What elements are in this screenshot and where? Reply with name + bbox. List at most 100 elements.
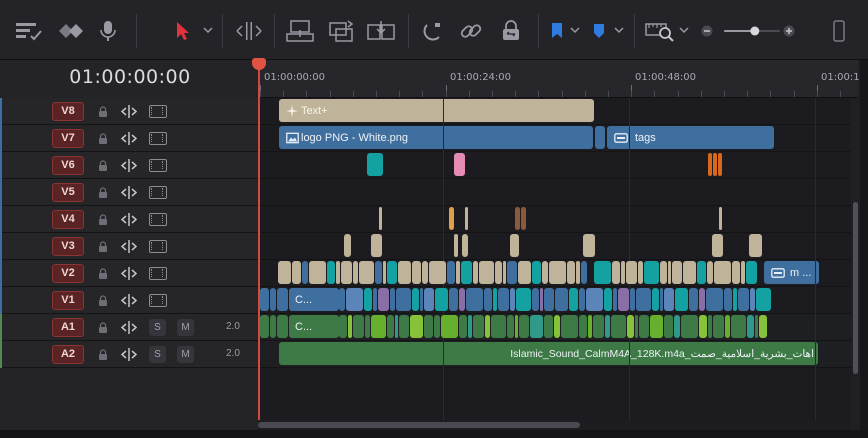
track-destination-v7[interactable]: V7 — [52, 129, 84, 148]
video-clip[interactable] — [713, 153, 717, 176]
track-visibility-icon[interactable] — [149, 267, 167, 280]
video-clip[interactable] — [521, 207, 526, 230]
audio-clip[interactable] — [554, 315, 560, 338]
edit-mode-icon[interactable] — [56, 18, 86, 44]
video-clip[interactable] — [510, 234, 519, 257]
video-clip[interactable] — [412, 261, 421, 284]
audio-clip[interactable] — [371, 315, 386, 338]
video-clip[interactable] — [378, 288, 389, 311]
track-visibility-icon[interactable] — [149, 132, 167, 145]
video-clip[interactable] — [689, 288, 698, 311]
video-clip[interactable] — [581, 261, 587, 284]
video-clip[interactable] — [604, 288, 612, 311]
audio-clip[interactable] — [260, 315, 269, 338]
video-clip[interactable] — [503, 261, 506, 284]
video-clip[interactable] — [456, 261, 460, 284]
mute-button[interactable]: M — [177, 319, 194, 336]
audio-clip[interactable] — [635, 315, 638, 338]
auto-select-icon[interactable] — [121, 185, 137, 200]
selection-pointer-icon[interactable] — [172, 18, 194, 44]
lane-v4[interactable] — [258, 206, 851, 233]
audio-clip-islamic-sound[interactable]: Islamic_Sound_CalmM4A_128K.m4a_اهات_بشري… — [279, 342, 818, 365]
chevron-down-icon[interactable] — [679, 25, 689, 35]
lock-icon[interactable] — [98, 349, 108, 360]
video-clip[interactable] — [396, 288, 411, 311]
chevron-down-icon[interactable] — [570, 25, 580, 35]
audio-clip[interactable] — [627, 315, 634, 338]
video-clip[interactable] — [613, 288, 617, 311]
video-clip[interactable] — [749, 234, 762, 257]
horizontal-scroll-thumb[interactable] — [258, 422, 580, 428]
video-clip[interactable] — [719, 207, 722, 230]
audio-clip[interactable] — [731, 315, 746, 338]
video-clip[interactable] — [756, 288, 771, 311]
lock-icon[interactable] — [98, 160, 108, 171]
chevron-down-icon[interactable] — [614, 25, 624, 35]
video-clip[interactable] — [270, 288, 276, 311]
audio-clip[interactable] — [605, 315, 610, 338]
video-clip[interactable] — [495, 261, 502, 284]
video-clip[interactable] — [364, 288, 372, 311]
video-clip[interactable] — [327, 261, 335, 284]
video-clip[interactable] — [309, 261, 326, 284]
video-clip[interactable] — [277, 288, 288, 311]
video-clip[interactable] — [746, 261, 757, 284]
video-clip[interactable] — [579, 288, 585, 311]
video-clip[interactable] — [708, 153, 712, 176]
auto-select-icon[interactable] — [121, 104, 137, 119]
audio-clip[interactable] — [699, 315, 707, 338]
video-clip[interactable] — [664, 288, 674, 311]
video-clip[interactable] — [518, 261, 531, 284]
audio-clip[interactable] — [747, 315, 754, 338]
video-clip[interactable] — [675, 288, 688, 311]
audio-clip[interactable] — [674, 315, 680, 338]
audio-clip[interactable] — [459, 315, 467, 338]
video-clip[interactable] — [612, 261, 620, 284]
video-clip[interactable] — [668, 261, 671, 284]
video-clip[interactable] — [733, 288, 737, 311]
logo-clip[interactable]: logo PNG - White.png — [279, 126, 593, 149]
audio-clip[interactable] — [611, 315, 626, 338]
audio-clip[interactable] — [544, 315, 553, 338]
video-clip[interactable] — [576, 261, 580, 284]
solo-button[interactable]: S — [149, 346, 166, 363]
audio-clip[interactable] — [681, 315, 698, 338]
audio-clip[interactable] — [519, 315, 529, 338]
lock-icon[interactable] — [98, 268, 108, 279]
auto-select-icon[interactable] — [121, 239, 137, 254]
lock-icon[interactable] — [98, 241, 108, 252]
lane-v6[interactable] — [258, 152, 851, 179]
video-clip[interactable] — [429, 261, 446, 284]
video-clip[interactable] — [383, 261, 386, 284]
audio-clip[interactable] — [387, 315, 394, 338]
video-clip[interactable] — [373, 288, 377, 311]
audio-clip[interactable] — [664, 315, 673, 338]
video-clip[interactable] — [507, 261, 517, 284]
audio-clip[interactable] — [277, 315, 288, 338]
video-clip[interactable] — [449, 288, 458, 311]
audio-clip[interactable] — [593, 315, 604, 338]
video-clip[interactable] — [459, 288, 465, 311]
video-clip[interactable] — [462, 234, 468, 257]
video-clip[interactable] — [493, 288, 497, 311]
video-clip[interactable] — [672, 261, 682, 284]
audio-clip[interactable] — [339, 315, 347, 338]
video-clip[interactable] — [644, 261, 659, 284]
video-clip[interactable] — [630, 288, 635, 311]
flag-icon[interactable] — [548, 18, 566, 44]
audio-clip[interactable] — [530, 315, 543, 338]
video-clip[interactable] — [473, 261, 478, 284]
track-visibility-icon[interactable] — [149, 240, 167, 253]
video-clip[interactable] — [583, 234, 595, 257]
vertical-scroll-thumb[interactable] — [853, 202, 858, 374]
video-clip[interactable] — [479, 261, 494, 284]
audio-clip[interactable] — [395, 315, 398, 338]
video-clip[interactable] — [461, 261, 472, 284]
trim-edit-icon[interactable] — [234, 18, 264, 44]
timeline-ruler[interactable]: 01:00:00:00 01:00:24:00 01:00:48:00 01:0… — [258, 60, 860, 98]
lane-v5[interactable] — [258, 179, 851, 206]
video-clip[interactable] — [375, 261, 382, 284]
audio-clip[interactable] — [650, 315, 663, 338]
video-clip[interactable] — [484, 288, 492, 311]
voiceover-mic-icon[interactable] — [96, 18, 122, 44]
